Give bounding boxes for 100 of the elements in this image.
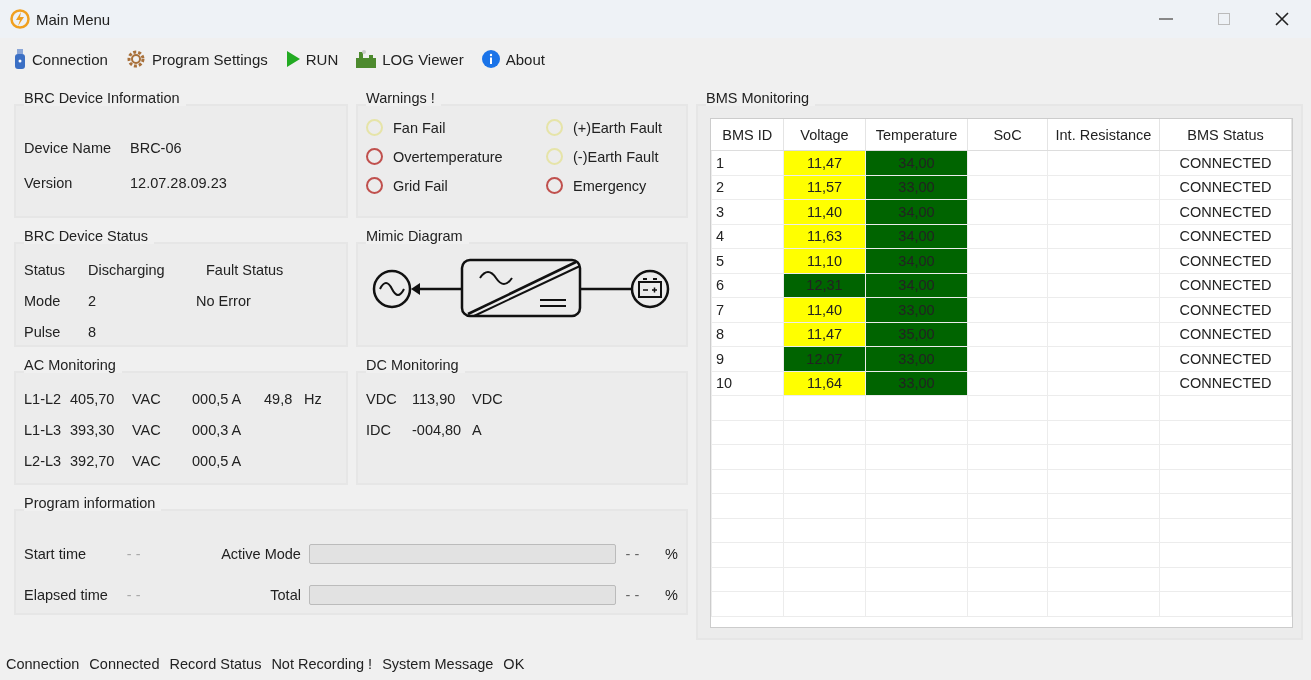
window-title: Main Menu bbox=[36, 10, 111, 28]
group-title: BMS Monitoring bbox=[706, 90, 816, 106]
usb-stick-icon bbox=[14, 49, 26, 69]
status-label: System Message bbox=[382, 656, 494, 672]
field-label: IDC bbox=[366, 421, 392, 438]
field-label: Start time bbox=[24, 545, 88, 562]
line-label: L2-L3 bbox=[24, 452, 63, 469]
toolbar-button[interactable]: Connection bbox=[14, 49, 108, 69]
info-icon bbox=[481, 50, 500, 68]
status-value: Not Recording ! bbox=[271, 656, 373, 672]
table-cell: CONNECTED bbox=[1159, 150, 1292, 175]
unit-label: VDC bbox=[472, 390, 503, 407]
table-cell: CONNECTED bbox=[1159, 297, 1292, 322]
field-value: Discharging bbox=[88, 261, 166, 278]
maximize-icon bbox=[1218, 13, 1230, 25]
voltage-value: 405,70 bbox=[70, 390, 116, 407]
percent-value: - - bbox=[624, 545, 641, 562]
toolbar-button[interactable]: Program Settings bbox=[125, 49, 268, 69]
toolbar-button[interactable]: About bbox=[481, 50, 545, 68]
temperature-cell: 33,00 bbox=[865, 346, 968, 371]
table-cell: CONNECTED bbox=[1159, 175, 1292, 200]
percent-value: - - bbox=[624, 586, 641, 603]
field-label: Status bbox=[24, 261, 67, 278]
field-value: No Error bbox=[196, 292, 251, 309]
unit-label: Hz bbox=[304, 390, 322, 407]
gear-icon bbox=[125, 49, 146, 69]
unit-label: VAC bbox=[132, 421, 162, 438]
column-header: SoC bbox=[967, 119, 1048, 151]
group-title: Program information bbox=[24, 495, 162, 511]
column-header: Int. Resistance bbox=[1047, 119, 1160, 151]
toolbar-button[interactable]: LOG Viewer bbox=[356, 50, 464, 68]
temperature-cell: 35,00 bbox=[865, 322, 968, 347]
factory-icon bbox=[356, 50, 377, 68]
voltage-cell: 12,31 bbox=[783, 273, 866, 298]
table-cell: 2 bbox=[711, 175, 784, 200]
table-cell: CONNECTED bbox=[1159, 248, 1292, 273]
field-value: 2 bbox=[88, 292, 98, 309]
temperature-cell: 34,00 bbox=[865, 248, 968, 273]
field-label: Total bbox=[269, 586, 302, 603]
group-title: AC Monitoring bbox=[24, 357, 122, 373]
temperature-cell: 34,00 bbox=[865, 273, 968, 298]
field-value: - - bbox=[126, 586, 142, 603]
field-label: Elapsed time bbox=[24, 586, 109, 603]
current-value: 000,5 A bbox=[192, 452, 243, 469]
group-title: Warnings ! bbox=[366, 90, 441, 106]
warning-label: Overtemperature bbox=[393, 148, 503, 165]
voltage-value: 392,70 bbox=[70, 452, 116, 469]
temperature-cell: 34,00 bbox=[865, 150, 968, 175]
table-cell: CONNECTED bbox=[1159, 322, 1292, 347]
table-cell: 1 bbox=[711, 150, 784, 175]
table-cell: CONNECTED bbox=[1159, 371, 1292, 396]
voltage-cell: 11,63 bbox=[783, 224, 866, 249]
field-label: Fault Status bbox=[206, 261, 284, 278]
warning-label: (+)Earth Fault bbox=[573, 119, 663, 136]
current-value: 000,3 A bbox=[192, 421, 243, 438]
field-label: Version bbox=[24, 174, 74, 191]
table-cell: 5 bbox=[711, 248, 784, 273]
table-cell: 3 bbox=[711, 199, 784, 224]
field-value: 113,90 bbox=[412, 390, 457, 407]
temperature-cell: 33,00 bbox=[865, 297, 968, 322]
frequency-value: 49,8 bbox=[264, 390, 294, 407]
play-icon bbox=[285, 51, 300, 67]
table-cell: 8 bbox=[711, 322, 784, 347]
temperature-cell: 33,00 bbox=[865, 371, 968, 396]
table-cell: 7 bbox=[711, 297, 784, 322]
current-value: 000,5 A bbox=[192, 390, 243, 407]
warning-label: Emergency bbox=[573, 177, 647, 194]
status-value: OK bbox=[503, 656, 525, 672]
group-title: BRC Device Information bbox=[24, 90, 186, 106]
warning-label: Grid Fail bbox=[393, 177, 448, 194]
warning-label: Fan Fail bbox=[393, 119, 446, 136]
unit-label: A bbox=[472, 421, 482, 438]
field-value: 12.07.28.09.23 bbox=[130, 174, 227, 191]
voltage-cell: 11,64 bbox=[783, 371, 866, 396]
column-header: Temperature bbox=[865, 119, 968, 151]
warning-label: (-)Earth Fault bbox=[573, 148, 659, 165]
voltage-value: 393,30 bbox=[70, 421, 116, 438]
field-value: 8 bbox=[88, 323, 97, 340]
line-label: L1-L3 bbox=[24, 421, 63, 438]
table-cell: CONNECTED bbox=[1159, 346, 1292, 371]
group-title: BRC Device Status bbox=[24, 228, 155, 244]
column-header: BMS ID bbox=[711, 119, 784, 151]
column-header: Voltage bbox=[783, 119, 866, 151]
unit-label: % bbox=[665, 586, 678, 603]
toolbar-button[interactable]: RUN bbox=[285, 50, 339, 68]
group-title: Mimic Diagram bbox=[366, 228, 469, 244]
temperature-cell: 33,00 bbox=[865, 175, 968, 200]
field-label: Pulse bbox=[24, 323, 62, 340]
status-value: Connected bbox=[89, 656, 160, 672]
table-cell: 9 bbox=[711, 346, 784, 371]
field-label: Device Name bbox=[24, 139, 113, 156]
table-cell: 6 bbox=[711, 273, 784, 298]
field-value: - - bbox=[126, 545, 142, 562]
group-title: DC Monitoring bbox=[366, 357, 465, 373]
minimize-icon bbox=[1159, 18, 1173, 20]
field-label: Mode bbox=[24, 292, 62, 309]
temperature-cell: 34,00 bbox=[865, 199, 968, 224]
lightning-bolt-icon bbox=[10, 9, 30, 29]
table-cell: 10 bbox=[711, 371, 784, 396]
table-cell: CONNECTED bbox=[1159, 224, 1292, 249]
